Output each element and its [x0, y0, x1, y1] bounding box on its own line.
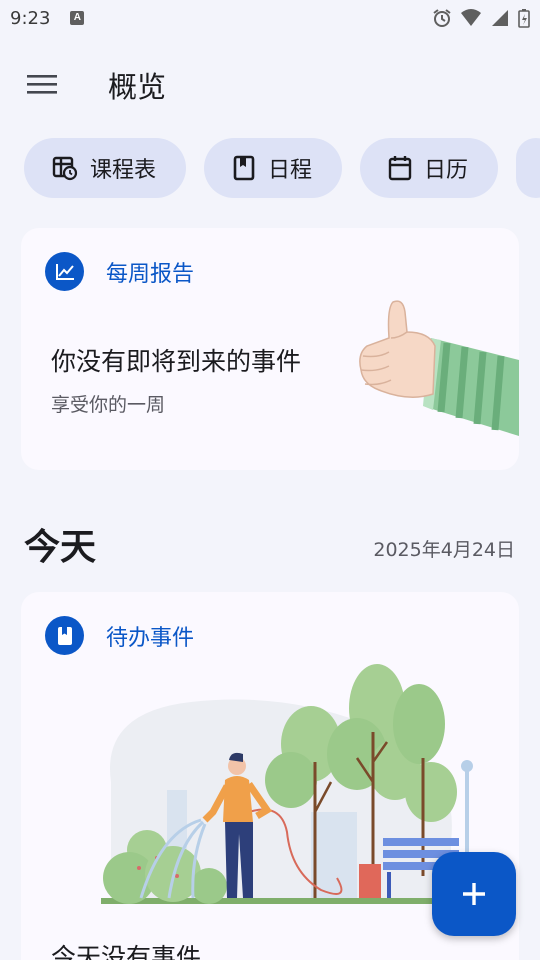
app-bar: 概览	[0, 52, 540, 116]
timetable-icon	[52, 156, 78, 181]
chip-more[interactable]	[516, 138, 540, 198]
weekly-report-card[interactable]: 每周报告 你没有即将到来的事件 享受你的一周	[21, 228, 519, 470]
chip-calendar[interactable]: 日历	[360, 138, 499, 198]
chip-timetable[interactable]: 课程表	[24, 138, 187, 198]
card-icon-badge	[45, 616, 84, 655]
bookmark-icon	[57, 626, 72, 645]
shortcut-chips: 课程表 日程 日历	[24, 138, 540, 198]
calendar-icon	[388, 156, 412, 181]
alarm-icon	[433, 9, 451, 27]
chip-label: 日程	[268, 158, 313, 183]
status-time: 9:23	[10, 7, 51, 29]
signal-icon	[492, 10, 508, 26]
card-header: 待办事件	[45, 616, 194, 655]
card-title: 待办事件	[106, 625, 195, 651]
card-header: 每周报告	[45, 252, 194, 291]
chip-schedule[interactable]: 日程	[204, 138, 343, 198]
hamburger-menu-icon	[27, 75, 57, 94]
card-title: 每周报告	[106, 261, 195, 287]
park-watering-illustration	[101, 664, 473, 904]
add-event-button[interactable]	[432, 852, 516, 936]
keyboard-indicator-icon: A	[70, 11, 85, 25]
trending-chart-icon	[55, 263, 74, 280]
page-title: 概览	[108, 70, 167, 104]
status-icons	[432, 8, 530, 28]
weekly-subtitle: 享受你的一周	[51, 394, 166, 416]
plus-icon	[463, 883, 485, 905]
card-icon-badge	[45, 252, 84, 291]
today-date: 2025年4月24日	[373, 539, 515, 561]
wifi-icon	[461, 9, 481, 26]
status-bar: 9:23 A	[0, 0, 540, 36]
menu-button[interactable]	[18, 62, 66, 106]
chip-label: 课程表	[90, 158, 157, 183]
weekly-message: 你没有即将到来的事件	[51, 347, 302, 376]
bookmark-book-icon	[233, 155, 255, 181]
battery-icon	[518, 9, 530, 28]
today-heading: 今天	[24, 527, 97, 568]
chip-label: 日历	[424, 158, 469, 183]
thumbs-up-illustration	[359, 300, 519, 436]
todo-empty-message: 今天没有事件	[51, 943, 202, 960]
